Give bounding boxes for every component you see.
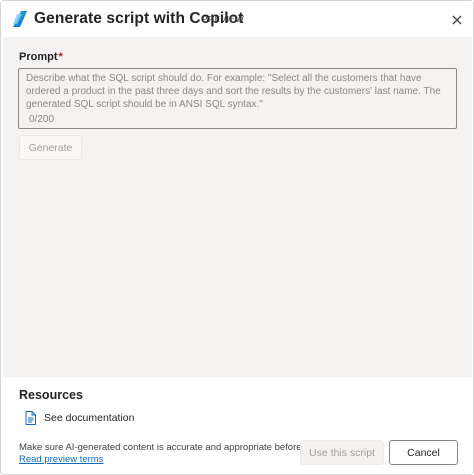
prompt-input[interactable]	[26, 72, 452, 112]
cancel-button[interactable]: Cancel	[389, 440, 458, 465]
read-preview-terms-link[interactable]: Read preview terms	[19, 454, 103, 465]
dialog-header: Generate script with Copilot PREVIEW	[1, 1, 473, 37]
see-documentation-link[interactable]: See documentation	[25, 410, 134, 426]
prompt-label: Prompt*	[19, 51, 63, 63]
copilot-dialog: Generate script with Copilot PREVIEW Pro…	[0, 0, 474, 475]
ai-disclaimer: Make sure AI-generated content is accura…	[19, 442, 330, 453]
prompt-label-text: Prompt	[19, 51, 58, 63]
resources-heading: Resources	[19, 388, 83, 402]
generate-button[interactable]: Generate	[19, 135, 82, 160]
copilot-icon	[12, 10, 28, 28]
preview-badge: PREVIEW	[202, 14, 245, 24]
close-icon	[452, 15, 462, 25]
documentation-link-label: See documentation	[44, 412, 135, 424]
document-icon	[25, 411, 36, 425]
required-marker: *	[58, 51, 63, 63]
prompt-field[interactable]: 0/200	[18, 68, 457, 129]
prompt-panel: Prompt* 0/200 Generate	[3, 37, 472, 377]
character-counter: 0/200	[29, 114, 55, 125]
close-button[interactable]	[447, 10, 467, 30]
use-this-script-button[interactable]: Use this script	[300, 440, 384, 465]
